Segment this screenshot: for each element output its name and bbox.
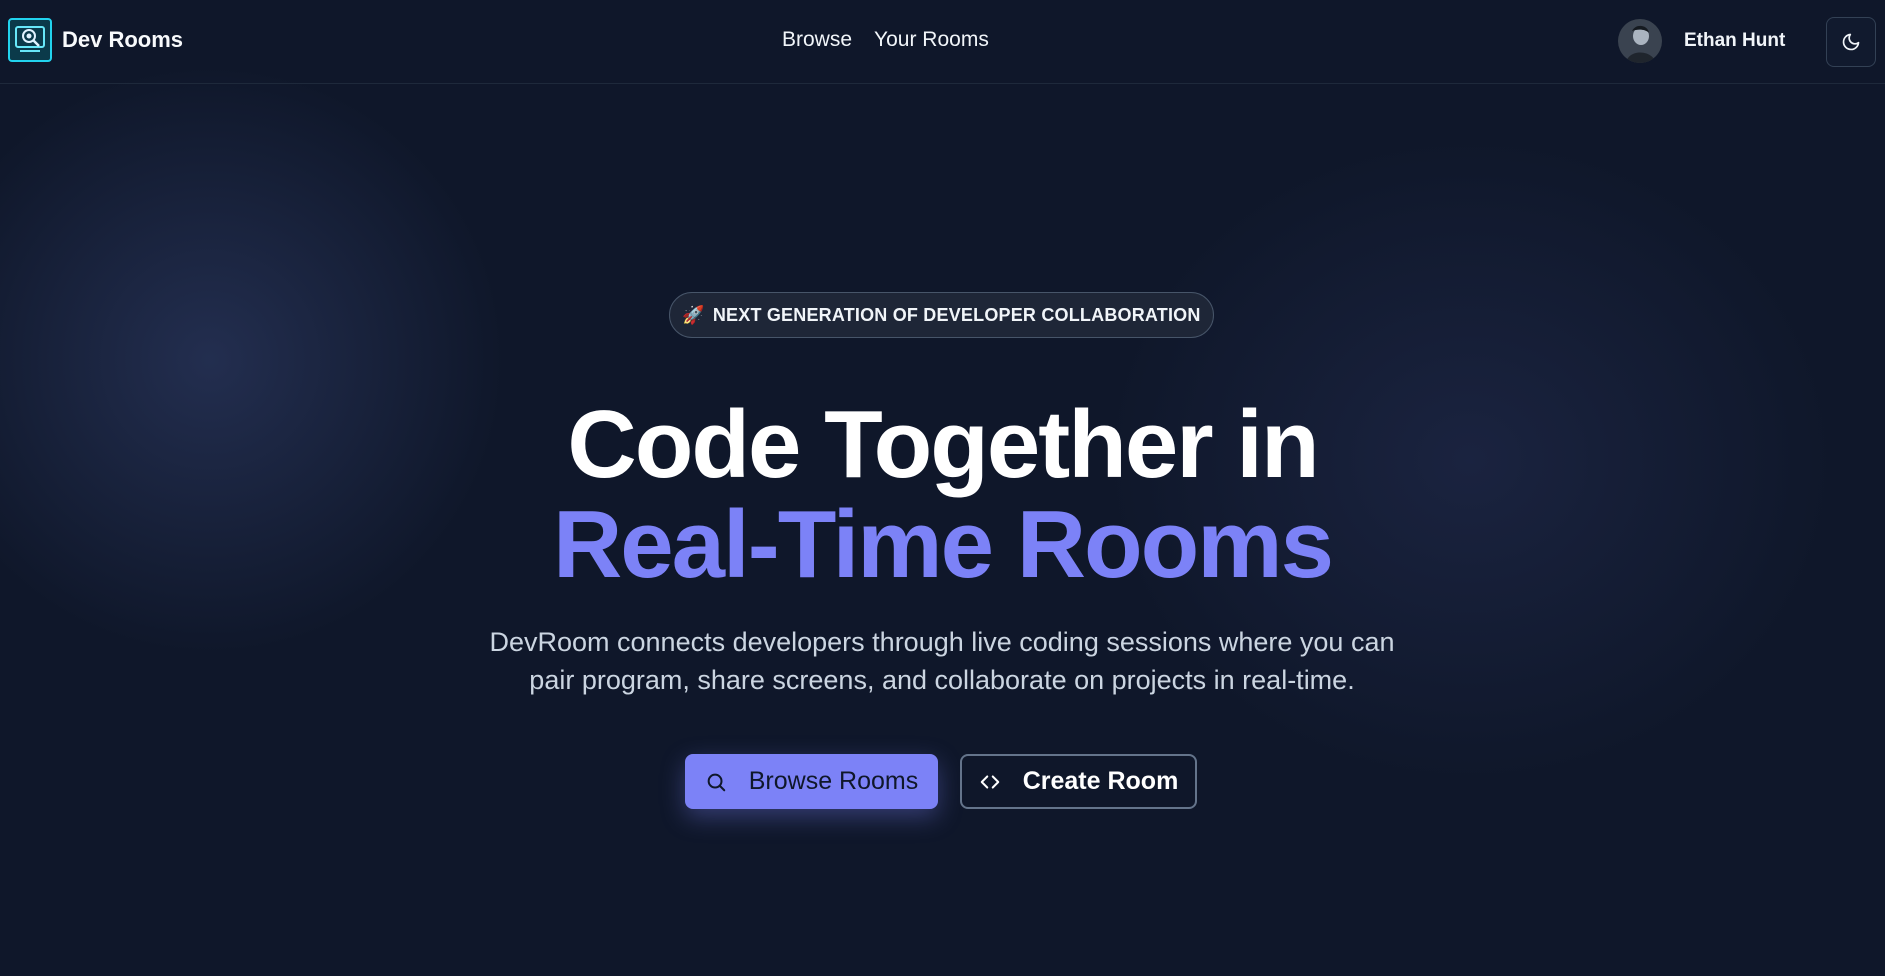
brand-home-link[interactable]: Dev Rooms (8, 18, 183, 62)
hero-badge-text: NEXT GENERATION OF DEVELOPER COLLABORATI… (712, 304, 1201, 325)
user-menu[interactable]: Ethan Hunt (1618, 19, 1785, 63)
hero-title-line-2: Real-Time Rooms (552, 491, 1334, 598)
hero-actions: Browse Rooms Create Room (685, 754, 1197, 809)
create-room-button[interactable]: Create Room (960, 754, 1197, 809)
code-brackets-icon (979, 771, 1001, 793)
magnifier-screen-logo-icon (8, 18, 52, 62)
nav-link-your-rooms[interactable]: Your Rooms (874, 28, 989, 52)
top-navbar: Dev Rooms Browse Your Rooms Ethan Hunt (0, 0, 1885, 84)
rocket-icon: 🚀 (682, 304, 705, 325)
moon-icon (1841, 32, 1861, 52)
nav-link-browse[interactable]: Browse (782, 28, 852, 52)
browse-rooms-label: Browse Rooms (748, 767, 919, 795)
main-nav: Browse Your Rooms (782, 28, 989, 52)
browse-rooms-button[interactable]: Browse Rooms (685, 754, 938, 809)
create-room-label: Create Room (1022, 767, 1179, 795)
hero-subtitle-line-1: DevRoom connects developers through live… (489, 627, 1395, 657)
hero-title-line-1: Code Together in (567, 391, 1319, 498)
hero-subtitle: DevRoom connects developers through live… (442, 623, 1442, 699)
user-name: Ethan Hunt (1684, 30, 1786, 51)
user-avatar[interactable] (1618, 19, 1662, 63)
brand-name: Dev Rooms (62, 27, 184, 52)
hero-badge: 🚀 NEXT GENERATION OF DEVELOPER COLLABORA… (669, 292, 1214, 338)
hero-subtitle-line-2: pair program, share screens, and collabo… (529, 665, 1355, 695)
hero-title: Code Together in Real-Time Rooms (0, 395, 1885, 595)
search-icon (705, 771, 727, 793)
theme-toggle-button[interactable] (1826, 17, 1876, 67)
